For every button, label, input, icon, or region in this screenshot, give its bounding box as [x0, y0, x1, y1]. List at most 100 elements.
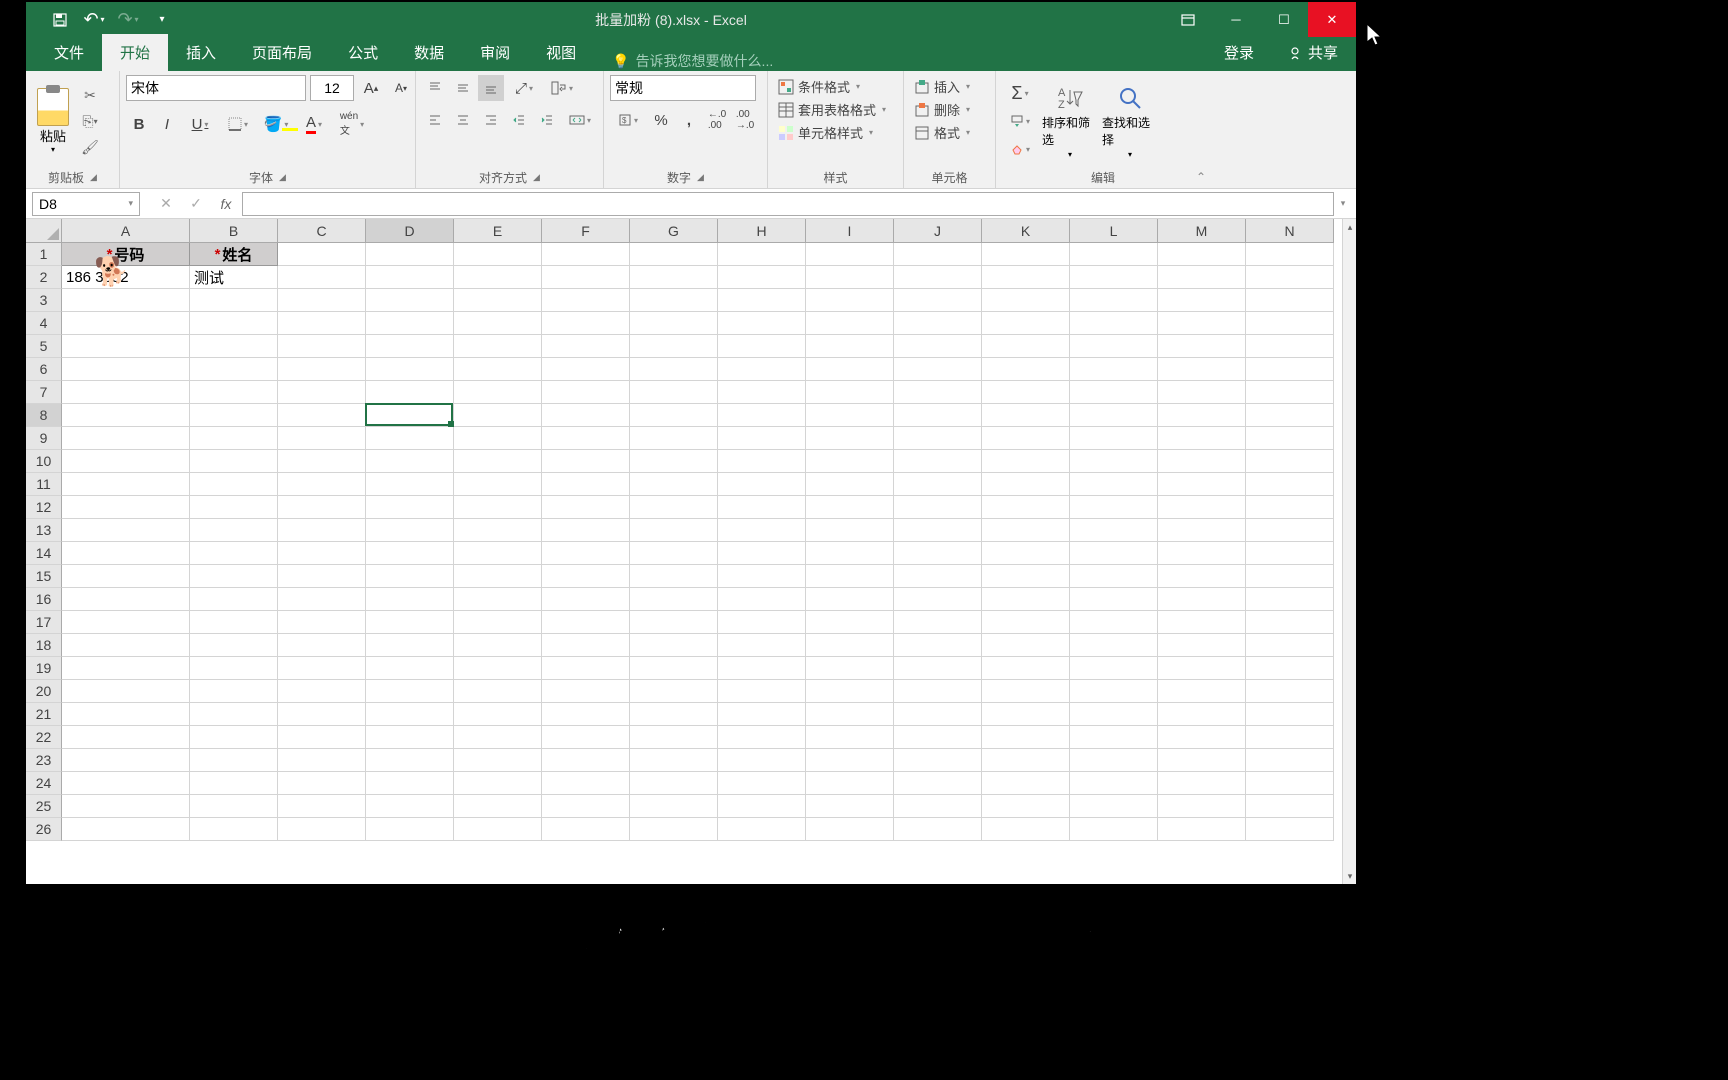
cell-D1[interactable] [366, 243, 454, 266]
cell-F13[interactable] [542, 519, 630, 542]
cell-H14[interactable] [718, 542, 806, 565]
cell-M18[interactable] [1158, 634, 1246, 657]
cell-E14[interactable] [454, 542, 542, 565]
cell-B3[interactable] [190, 289, 278, 312]
cell-A10[interactable] [62, 450, 190, 473]
cell-H16[interactable] [718, 588, 806, 611]
cell-E19[interactable] [454, 657, 542, 680]
cell-B26[interactable] [190, 818, 278, 841]
cell-K20[interactable] [982, 680, 1070, 703]
cell-C9[interactable] [278, 427, 366, 450]
cell-G17[interactable] [630, 611, 718, 634]
cell-G5[interactable] [630, 335, 718, 358]
cell-L25[interactable] [1070, 795, 1158, 818]
cell-styles-button[interactable]: 单元格样式 [774, 121, 877, 144]
cell-D20[interactable] [366, 680, 454, 703]
cell-K14[interactable] [982, 542, 1070, 565]
cell-N16[interactable] [1246, 588, 1334, 611]
cell-B14[interactable] [190, 542, 278, 565]
cell-F10[interactable] [542, 450, 630, 473]
cell-E13[interactable] [454, 519, 542, 542]
cell-M4[interactable] [1158, 312, 1246, 335]
row-header-26[interactable]: 26 [26, 818, 62, 841]
cell-I12[interactable] [806, 496, 894, 519]
cell-E17[interactable] [454, 611, 542, 634]
cell-D24[interactable] [366, 772, 454, 795]
cell-A14[interactable] [62, 542, 190, 565]
cell-F7[interactable] [542, 381, 630, 404]
tell-me-search[interactable]: 💡 告诉我您想要做什么... [594, 51, 773, 71]
row-header-6[interactable]: 6 [26, 358, 62, 381]
cell-J26[interactable] [894, 818, 982, 841]
cell-L2[interactable] [1070, 266, 1158, 289]
cell-J10[interactable] [894, 450, 982, 473]
cell-J20[interactable] [894, 680, 982, 703]
cell-A21[interactable] [62, 703, 190, 726]
cell-K5[interactable] [982, 335, 1070, 358]
cell-C13[interactable] [278, 519, 366, 542]
cell-L23[interactable] [1070, 749, 1158, 772]
bold-button[interactable]: B [126, 111, 152, 137]
ribbon-display-button[interactable] [1164, 2, 1212, 37]
cell-K1[interactable] [982, 243, 1070, 266]
row-header-19[interactable]: 19 [26, 657, 62, 680]
cell-B4[interactable] [190, 312, 278, 335]
cell-E18[interactable] [454, 634, 542, 657]
row-header-11[interactable]: 11 [26, 473, 62, 496]
cell-H4[interactable] [718, 312, 806, 335]
find-select-button[interactable]: 查找和选择 ▾ [1102, 84, 1158, 159]
cell-C11[interactable] [278, 473, 366, 496]
cell-M3[interactable] [1158, 289, 1246, 312]
align-left-button[interactable] [422, 107, 448, 133]
row-header-9[interactable]: 9 [26, 427, 62, 450]
formula-input[interactable] [242, 192, 1334, 216]
cell-E5[interactable] [454, 335, 542, 358]
cell-M25[interactable] [1158, 795, 1246, 818]
cell-I4[interactable] [806, 312, 894, 335]
cell-F19[interactable] [542, 657, 630, 680]
tab-insert[interactable]: 插入 [168, 34, 234, 71]
cell-L5[interactable] [1070, 335, 1158, 358]
cell-D11[interactable] [366, 473, 454, 496]
cell-G11[interactable] [630, 473, 718, 496]
row-header-25[interactable]: 25 [26, 795, 62, 818]
cell-A12[interactable] [62, 496, 190, 519]
maximize-button[interactable]: ☐ [1260, 2, 1308, 37]
cell-A13[interactable] [62, 519, 190, 542]
increase-decimal-button[interactable]: ←.0.00 [704, 107, 730, 133]
cell-L14[interactable] [1070, 542, 1158, 565]
cell-A3[interactable] [62, 289, 190, 312]
cell-E12[interactable] [454, 496, 542, 519]
cell-I22[interactable] [806, 726, 894, 749]
cell-L10[interactable] [1070, 450, 1158, 473]
cell-B20[interactable] [190, 680, 278, 703]
cell-E20[interactable] [454, 680, 542, 703]
cell-C12[interactable] [278, 496, 366, 519]
cell-N22[interactable] [1246, 726, 1334, 749]
cell-N25[interactable] [1246, 795, 1334, 818]
cell-B10[interactable] [190, 450, 278, 473]
cell-C23[interactable] [278, 749, 366, 772]
cell-N23[interactable] [1246, 749, 1334, 772]
cell-B9[interactable] [190, 427, 278, 450]
cell-G7[interactable] [630, 381, 718, 404]
col-header-G[interactable]: G [630, 219, 718, 243]
cell-L15[interactable] [1070, 565, 1158, 588]
cell-B15[interactable] [190, 565, 278, 588]
cell-J24[interactable] [894, 772, 982, 795]
cell-J11[interactable] [894, 473, 982, 496]
col-header-B[interactable]: B [190, 219, 278, 243]
enter-formula-button[interactable]: ✓ [182, 192, 210, 216]
cell-G26[interactable] [630, 818, 718, 841]
cell-L9[interactable] [1070, 427, 1158, 450]
select-all-corner[interactable] [26, 219, 62, 243]
cell-F16[interactable] [542, 588, 630, 611]
cell-I16[interactable] [806, 588, 894, 611]
cell-C18[interactable] [278, 634, 366, 657]
cell-F18[interactable] [542, 634, 630, 657]
cell-J7[interactable] [894, 381, 982, 404]
underline-button[interactable]: U [182, 111, 218, 137]
cell-C7[interactable] [278, 381, 366, 404]
cell-H1[interactable] [718, 243, 806, 266]
cell-B24[interactable] [190, 772, 278, 795]
